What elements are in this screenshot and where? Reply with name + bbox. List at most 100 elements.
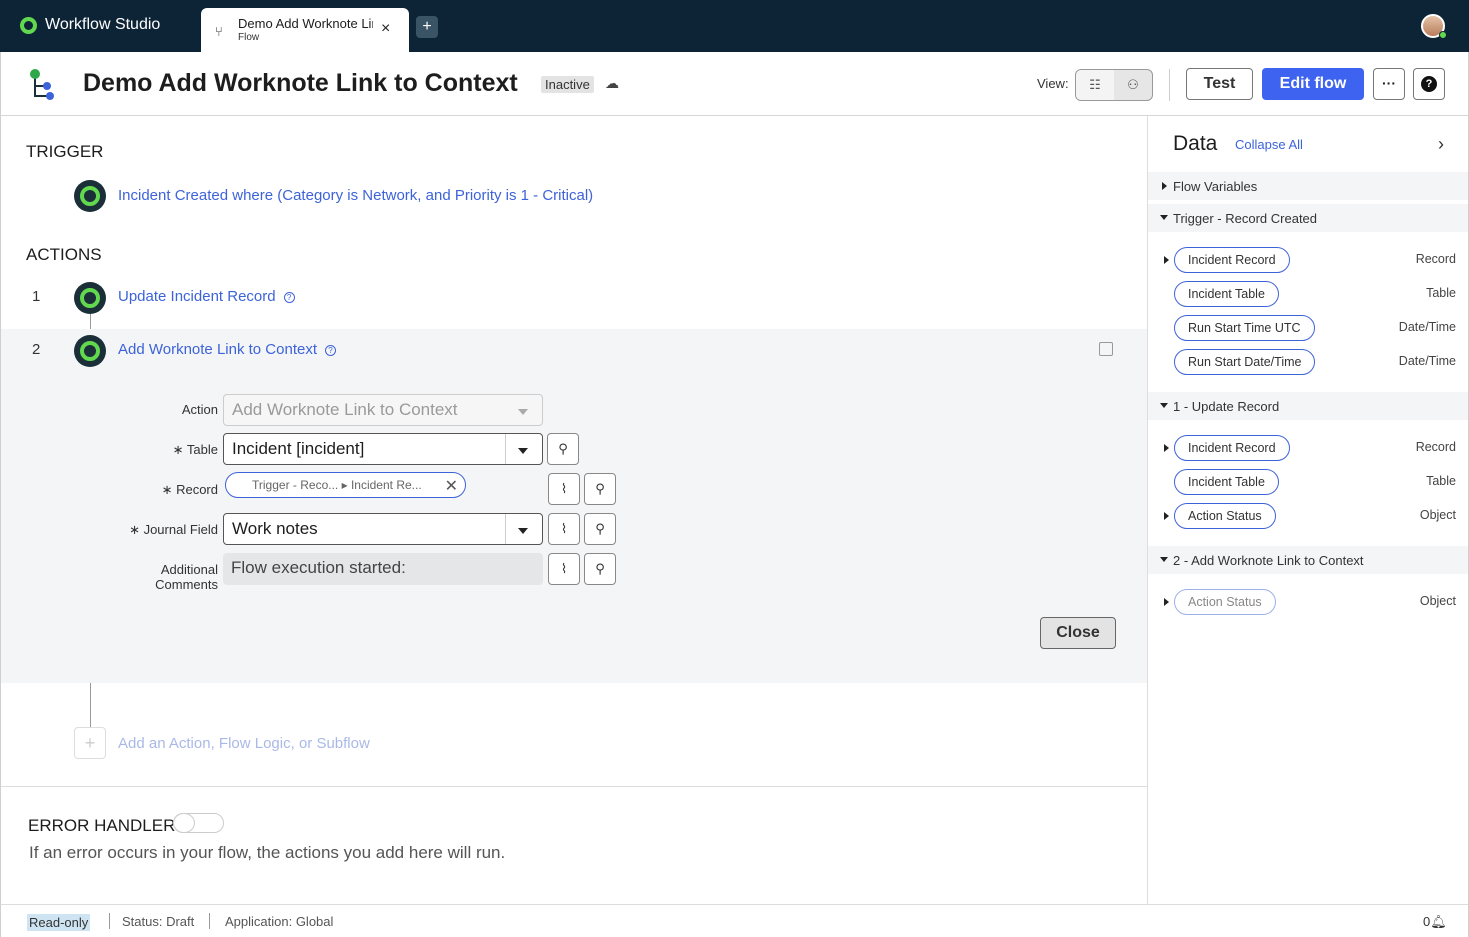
diagram-view-icon[interactable]: ⚇ (1114, 70, 1152, 100)
action-node-icon (74, 335, 106, 367)
flow-tab-icon: ⑂ (215, 24, 223, 39)
action-field-label: Action (181, 402, 218, 417)
list-view-icon[interactable]: ☷ (1076, 70, 1114, 100)
group-trigger[interactable]: Trigger - Record Created (1148, 204, 1468, 232)
journal-field-select[interactable]: Work notes (223, 513, 543, 545)
script-toggle-icon[interactable]: ⌇ (548, 513, 580, 545)
test-button[interactable]: Test (1186, 68, 1253, 100)
script-toggle-icon[interactable]: ⌇ (548, 553, 580, 585)
data-picker-icon[interactable]: ⚲ (584, 473, 616, 505)
chevron-down-icon (518, 528, 528, 534)
close-tab-icon[interactable]: × (381, 20, 390, 38)
journal-field-value: Work notes (232, 519, 318, 538)
remove-pill-icon[interactable]: ✕ (445, 476, 458, 496)
chevron-right-icon[interactable]: › (1438, 134, 1444, 155)
data-pill[interactable]: Run Start Time UTC (1174, 315, 1315, 341)
tab-flow[interactable]: ⑂ Demo Add Worknote Link to Context Flow… (201, 8, 409, 52)
view-label: View: (1037, 76, 1069, 91)
script-toggle-icon[interactable]: ⌇ (548, 473, 580, 505)
data-picker-icon[interactable]: ⚲ (584, 553, 616, 585)
notifications-button[interactable]: 0🔔︎ (1423, 914, 1447, 930)
data-panel-title: Data (1173, 132, 1218, 155)
data-type: Record (1415, 252, 1456, 266)
data-type: Record (1415, 440, 1456, 454)
group-add-worknote[interactable]: 2 - Add Worknote Link to Context (1148, 546, 1468, 574)
flow-header: Demo Add Worknote Link to Context Inacti… (0, 52, 1469, 116)
help-icon[interactable]: ? (325, 345, 336, 356)
divider (209, 913, 210, 929)
data-pill[interactable]: Action Status (1174, 589, 1276, 615)
trigger-link[interactable]: Incident Created where (Category is Netw… (118, 187, 593, 204)
record-field-label: ∗ Record (161, 482, 218, 497)
table-select-value: Incident [incident] (232, 439, 365, 458)
divider (109, 913, 110, 929)
expand-icon (1162, 182, 1167, 190)
bell-icon: 🔔︎ (1430, 914, 1447, 929)
data-picker-icon[interactable]: ⚲ (584, 513, 616, 545)
cloud-icon[interactable]: ☁ (605, 75, 619, 92)
group-update-record[interactable]: 1 - Update Record (1148, 392, 1468, 420)
action-label: Add Worknote Link to Context (118, 341, 317, 358)
chevron-down-icon (518, 409, 528, 415)
divider (505, 434, 506, 464)
action-link-add-worknote[interactable]: Add Worknote Link to Context? (118, 341, 336, 358)
flow-status: Status: Draft (122, 914, 195, 929)
expand-icon[interactable] (1164, 598, 1169, 606)
comments-field-label: Additional Comments (155, 562, 218, 592)
record-pill-part1: Trigger - Reco... (252, 478, 339, 492)
action-select: Add Worknote Link to Context (223, 394, 543, 426)
error-handler-heading: ERROR HANDLER (28, 816, 176, 835)
status-badge: Inactive (541, 76, 594, 93)
data-pill[interactable]: Incident Record (1174, 247, 1290, 273)
connector-line (90, 683, 91, 727)
action-link-update-incident[interactable]: Update Incident Record? (118, 288, 295, 305)
app-brand[interactable]: Workflow Studio (20, 16, 160, 34)
data-pill[interactable]: Run Start Date/Time (1174, 349, 1316, 375)
additional-comments-field[interactable]: Flow execution started: (223, 553, 543, 585)
expand-icon[interactable] (1164, 444, 1169, 452)
tab-title: Demo Add Worknote Link to Context (238, 16, 373, 31)
group-label: 2 - Add Worknote Link to Context (1173, 553, 1364, 568)
page-title: Demo Add Worknote Link to Context (83, 69, 518, 97)
action-select-value: Add Worknote Link to Context (232, 400, 458, 419)
data-type: Date/Time (1398, 320, 1456, 334)
record-data-pill[interactable]: Trigger - Reco... ▸ Incident Re... ✕ (225, 472, 466, 498)
help-icon[interactable]: ? (283, 292, 295, 303)
error-handler-toggle[interactable] (173, 813, 224, 833)
data-pill[interactable]: Incident Table (1174, 469, 1279, 495)
table-select[interactable]: Incident [incident] (223, 433, 543, 465)
error-handler-description: If an error occurs in your flow, the act… (29, 843, 506, 862)
add-action-link[interactable]: Add an Action, Flow Logic, or Subflow (118, 735, 370, 752)
online-status-icon (1439, 31, 1447, 39)
more-options-button[interactable]: ··· (1373, 68, 1405, 100)
trigger-node-icon (74, 180, 106, 212)
group-flow-variables[interactable]: Flow Variables (1148, 172, 1468, 200)
action-node-icon (74, 282, 106, 314)
new-tab-button[interactable]: + (416, 16, 438, 38)
data-pill[interactable]: Incident Record (1174, 435, 1290, 461)
data-pill[interactable]: Incident Table (1174, 281, 1279, 307)
record-pill-part2: Incident Re... (350, 478, 422, 492)
data-picker-icon[interactable]: ⚲ (547, 433, 579, 465)
help-button[interactable]: ? (1413, 68, 1445, 100)
collapse-icon (1160, 403, 1168, 408)
edit-flow-button[interactable]: Edit flow (1262, 68, 1364, 100)
data-type: Table (1426, 474, 1456, 488)
add-step-icon[interactable]: + (74, 727, 106, 759)
trigger-heading: TRIGGER (26, 142, 104, 161)
expand-icon[interactable] (1164, 512, 1169, 520)
data-pill[interactable]: Action Status (1174, 503, 1276, 529)
application-scope: Application: Global (225, 914, 334, 929)
comments-value: Flow execution started: (231, 558, 406, 577)
status-bar: Read-only Status: Draft Application: Glo… (0, 904, 1469, 937)
open-external-icon[interactable] (1099, 342, 1113, 356)
toggle-knob (173, 813, 195, 833)
expanded-action-panel (1, 329, 1148, 683)
close-button[interactable]: Close (1040, 617, 1116, 649)
step-number: 2 (32, 341, 41, 358)
step-number: 1 (32, 288, 41, 305)
comments-label-line2: Comments (155, 577, 218, 592)
chevron-right-icon: ▸ (341, 478, 351, 492)
collapse-all-link[interactable]: Collapse All (1235, 137, 1303, 152)
expand-icon[interactable] (1164, 256, 1169, 264)
